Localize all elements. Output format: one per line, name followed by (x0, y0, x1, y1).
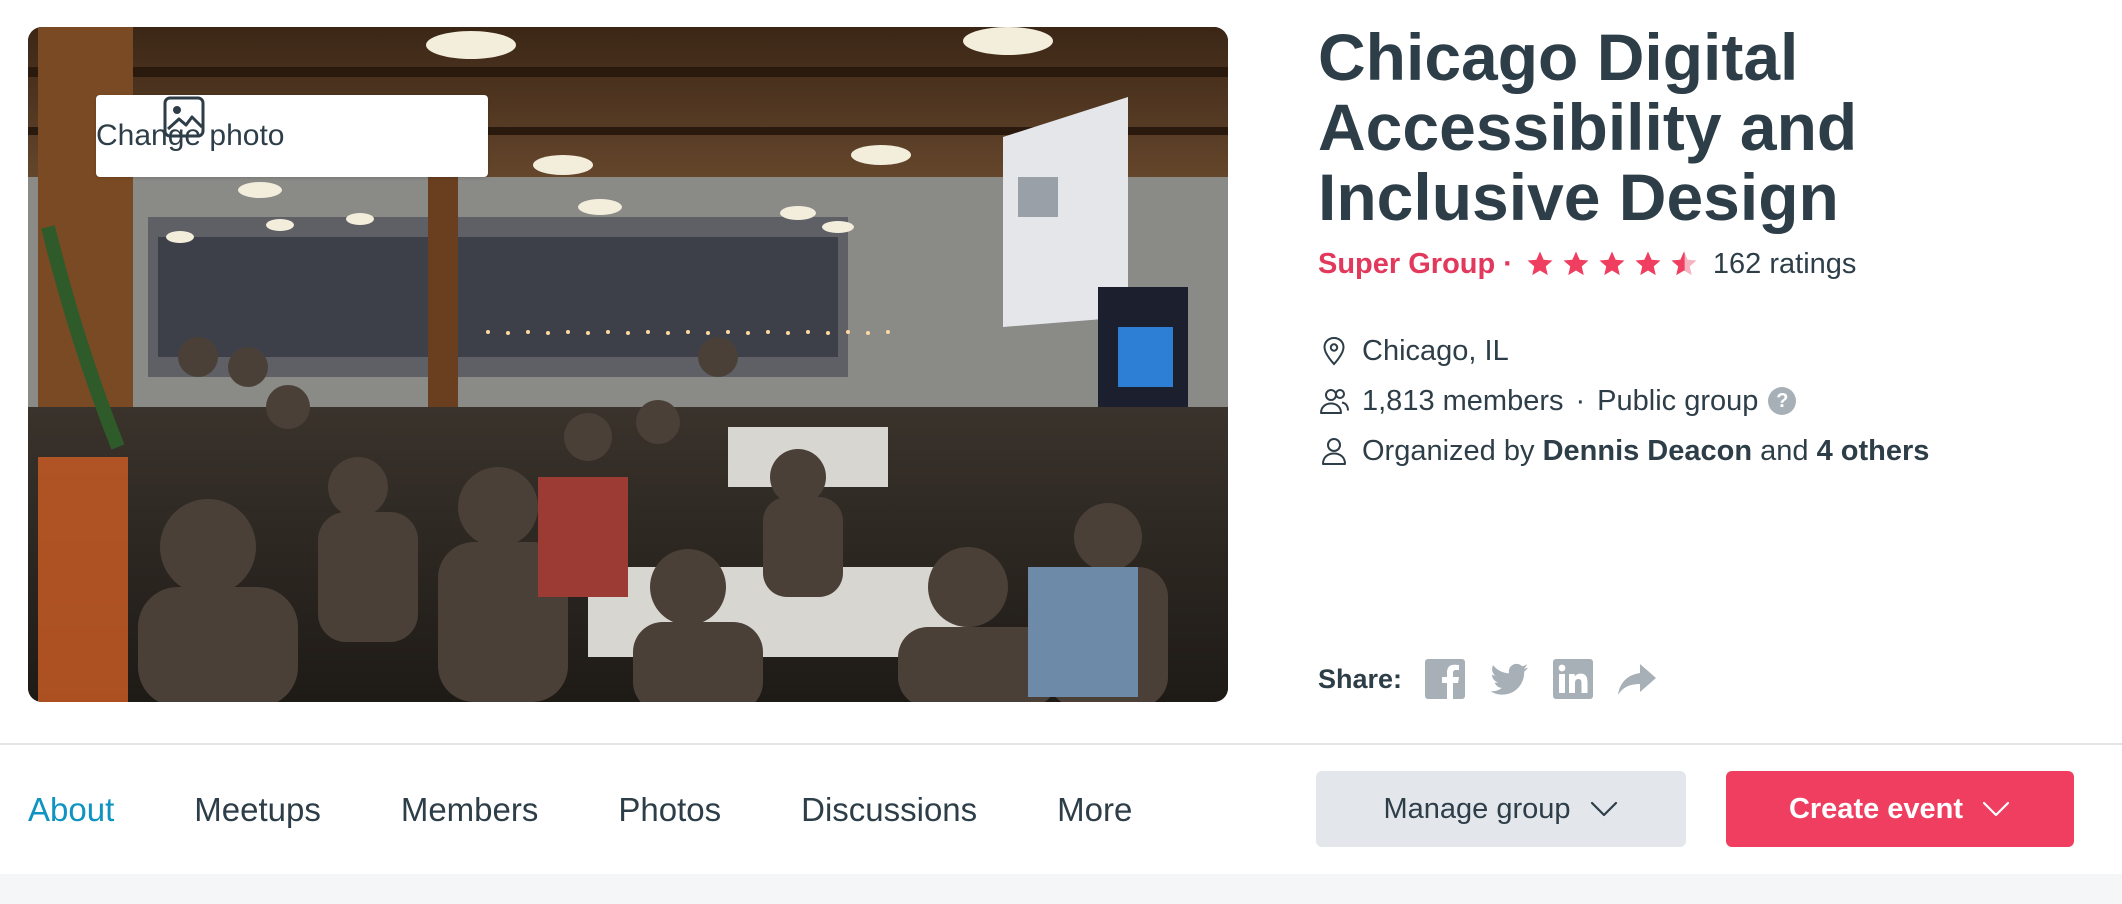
tab-meetups[interactable]: Meetups (194, 791, 321, 829)
other-organizers-link[interactable]: 4 others (1817, 435, 1930, 468)
share-label: Share: (1318, 663, 1403, 694)
members-count[interactable]: 1,813 members (1362, 385, 1564, 418)
separator: · (1575, 384, 1586, 417)
privacy-label: Public group (1597, 384, 1759, 417)
content-background (0, 874, 2122, 904)
and-text: and (1760, 434, 1809, 467)
group-title: Chicago Digital Accessibility and Inclus… (1318, 20, 1858, 234)
change-photo-button[interactable]: Change photo (96, 95, 488, 177)
organizer-name[interactable]: Dennis Deacon (1543, 435, 1753, 468)
group-photo: Change photo (28, 27, 1228, 702)
facebook-icon[interactable] (1424, 658, 1466, 700)
linkedin-icon[interactable] (1552, 658, 1594, 700)
nav-divider (0, 743, 2122, 745)
separator: · (1503, 247, 1513, 280)
organized-by-prefix: Organized by (1362, 434, 1535, 467)
tab-more[interactable]: More (1057, 791, 1132, 829)
location-pin-icon (1323, 336, 1345, 366)
tab-photos[interactable]: Photos (618, 791, 721, 829)
star-icon (1563, 251, 1589, 276)
tab-members[interactable]: Members (401, 791, 539, 829)
chevron-down-icon (1590, 801, 1617, 817)
members-icon (1320, 389, 1349, 414)
organizers-row: Organized by Dennis Deacon and 4 others (1318, 431, 1929, 471)
help-icon[interactable]: ? (1768, 387, 1797, 415)
star-icon (1527, 251, 1553, 276)
location-row: Chicago, IL (1318, 331, 1509, 371)
rating-row: Super Group · 162 ratings (1318, 244, 1856, 284)
image-icon (163, 96, 205, 138)
super-group-badge: Super Group (1318, 247, 1496, 280)
group-nav-tabs: About Meetups Members Photos Discussions… (28, 782, 1212, 838)
star-icon (1599, 251, 1625, 276)
twitter-icon[interactable] (1488, 658, 1530, 700)
manage-group-button[interactable]: Manage group (1316, 771, 1686, 847)
half-star-icon (1671, 251, 1697, 276)
tab-about[interactable]: About (28, 791, 114, 829)
members-row: 1,813 members · Public group ? (1318, 381, 1797, 421)
tab-discussions[interactable]: Discussions (801, 791, 977, 829)
share-arrow-icon[interactable] (1616, 658, 1658, 700)
location-text[interactable]: Chicago, IL (1362, 335, 1509, 368)
manage-group-label: Manage group (1383, 792, 1571, 825)
chevron-down-icon (1982, 801, 2010, 817)
ratings-count[interactable]: 162 ratings (1713, 248, 1857, 281)
create-event-label: Create event (1788, 792, 1964, 825)
share-row: Share: (1318, 656, 1680, 702)
create-event-button[interactable]: Create event (1726, 771, 2074, 847)
person-icon (1322, 438, 1346, 465)
star-icon (1635, 251, 1661, 276)
star-rating[interactable] (1525, 249, 1699, 279)
